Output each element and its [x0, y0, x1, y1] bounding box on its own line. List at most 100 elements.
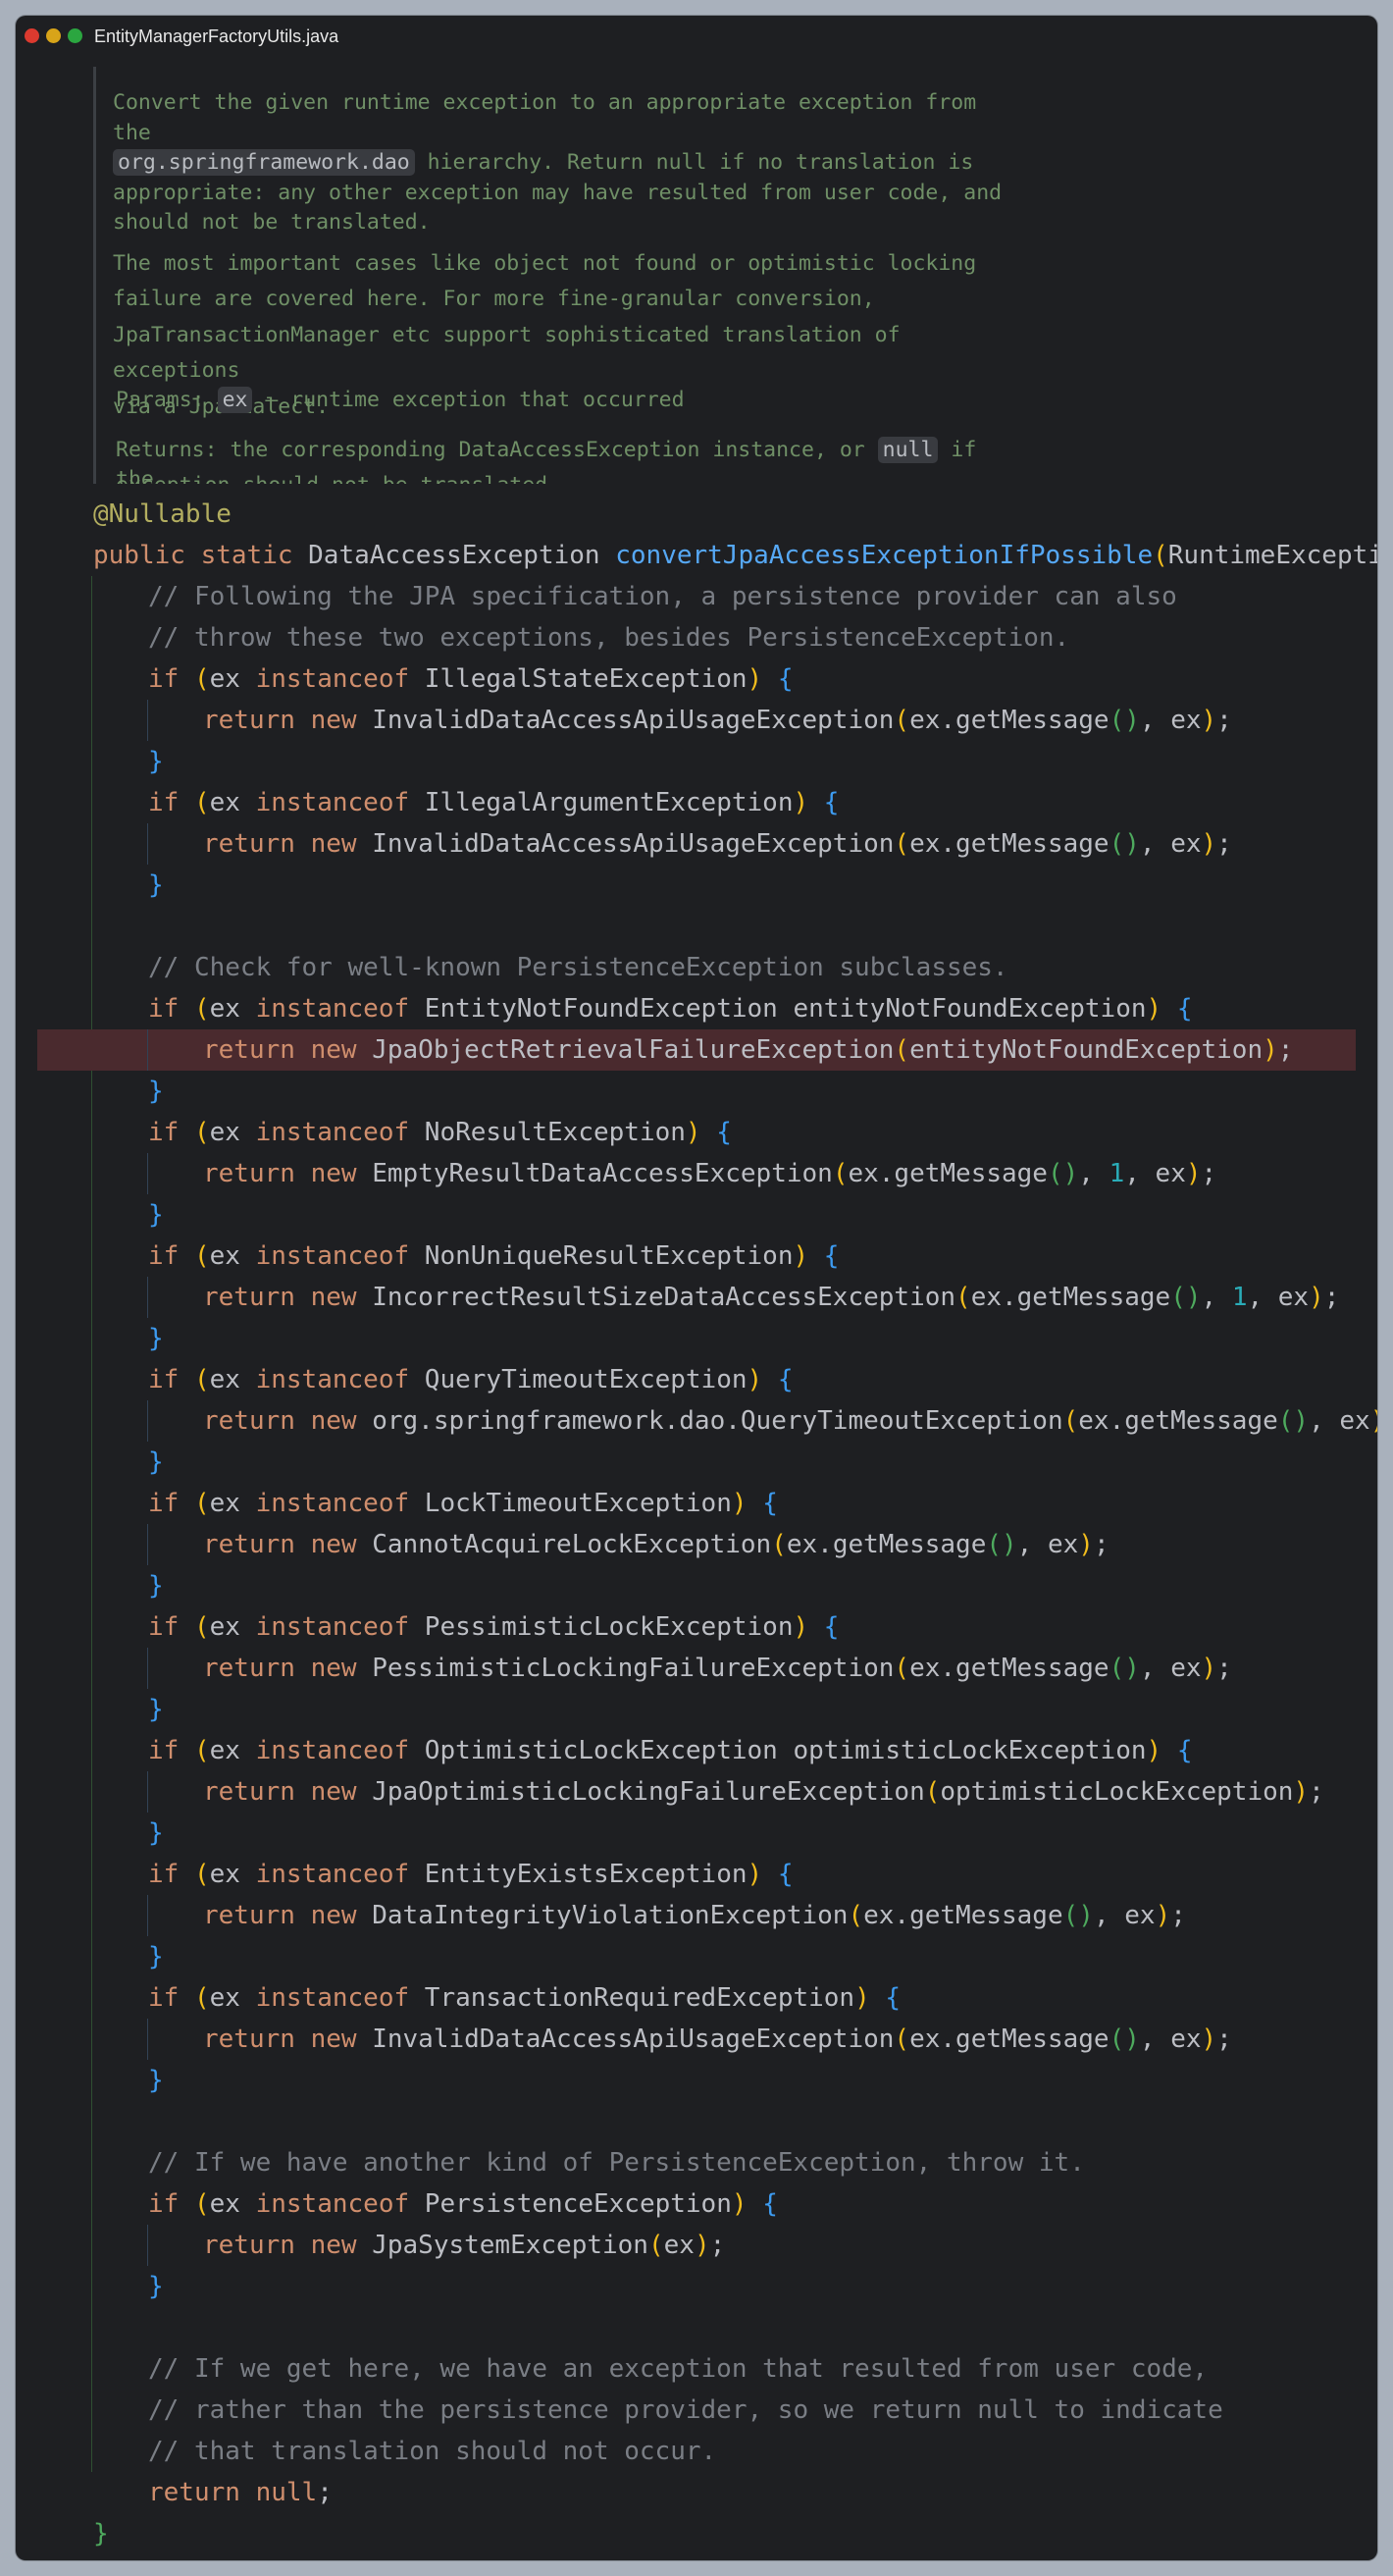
- code-line: return new JpaSystemException(ex);: [16, 2225, 1377, 2266]
- minimize-window-button[interactable]: [46, 28, 61, 43]
- param-description: – runtime exception that occurred: [252, 388, 685, 412]
- keyword: instanceof: [255, 2189, 410, 2219]
- doc-text: appropriate: any other exception may hav…: [113, 180, 1003, 205]
- method-call: ex.getMessage: [970, 1283, 1171, 1312]
- code-line: if (ex instanceof NonUniqueResultExcepti…: [148, 1241, 840, 1271]
- exception-type: JpaSystemException: [372, 2231, 648, 2260]
- number-literal: 1: [1109, 1159, 1125, 1188]
- code-line: return null;: [148, 2478, 333, 2507]
- variable: entityNotFoundException: [793, 994, 1147, 1024]
- variable: entityNotFoundException: [909, 1035, 1264, 1065]
- keyword: new: [310, 1406, 357, 1436]
- method-call: ex.getMessage: [909, 829, 1109, 859]
- keyword: return: [203, 706, 295, 735]
- keyword: return: [203, 2231, 295, 2260]
- doc-text: The most important cases like object not…: [113, 250, 977, 276]
- code-line: }: [93, 2519, 109, 2549]
- keyword: instanceof: [255, 1983, 410, 2013]
- method-call: ex.getMessage: [786, 1530, 987, 1559]
- code-editor[interactable]: @Nullable public static DataAccessExcept…: [16, 494, 1377, 2554]
- keyword: instanceof: [255, 1241, 410, 1271]
- code-line: if (ex instanceof PessimisticLockExcepti…: [148, 1612, 840, 1642]
- doc-text: should not be translated.: [113, 210, 431, 235]
- method-call: ex.getMessage: [863, 1901, 1063, 1930]
- method-call: ex.getMessage: [909, 2024, 1109, 2054]
- keyword: new: [310, 2231, 357, 2260]
- keyword: new: [310, 1654, 357, 1683]
- doc-text: failure are covered here. For more fine-…: [113, 287, 875, 311]
- code-line: }: [148, 2272, 164, 2301]
- exception-type: EntityExistsException: [424, 1860, 748, 1889]
- title-bar: EntityManagerFactoryUtils.java: [16, 16, 1377, 57]
- code-line: return new org.springframework.dao.Query…: [16, 1400, 1377, 1442]
- keyword: new: [310, 1283, 357, 1312]
- code-line: return new CannotAcquireLockException(ex…: [16, 1524, 1377, 1565]
- keyword: if: [148, 1489, 180, 1518]
- exception-type: PessimisticLockException: [424, 1612, 794, 1642]
- keyword: return: [203, 1035, 295, 1065]
- keyword: return: [203, 829, 295, 859]
- exception-type: QueryTimeoutException: [424, 1365, 748, 1394]
- keyword: if: [148, 788, 180, 817]
- keyword: instanceof: [255, 788, 410, 817]
- doc-code-tag: org.springframework.dao: [113, 149, 415, 176]
- code-line: if (ex instanceof EntityNotFoundExceptio…: [148, 994, 1193, 1024]
- code-line: }: [148, 2066, 164, 2095]
- code-line: return new EmptyResultDataAccessExceptio…: [16, 1153, 1377, 1194]
- keyword: if: [148, 1365, 180, 1394]
- exception-type: JpaOptimisticLockingFailureException: [372, 1777, 925, 1807]
- code-line: }: [148, 1942, 164, 1971]
- doc-returns-continued: exception should not be translated: [116, 471, 547, 484]
- keyword: return: [203, 1406, 295, 1436]
- keyword: new: [310, 1159, 357, 1188]
- code-line: return new JpaOptimisticLockingFailureEx…: [16, 1771, 1377, 1813]
- code-line: return new PessimisticLockingFailureExce…: [16, 1648, 1377, 1689]
- keyword: return: [203, 1654, 295, 1683]
- method-call: ex.getMessage: [1078, 1406, 1278, 1436]
- exception-type: InvalidDataAccessApiUsageException: [372, 706, 895, 735]
- code-line: @Nullable: [16, 494, 1377, 535]
- keyword: instanceof: [255, 1489, 410, 1518]
- close-window-button[interactable]: [25, 28, 39, 43]
- code-line: return new IncorrectResultSizeDataAccess…: [16, 1277, 1377, 1318]
- code-line: if (ex instanceof OptimisticLockExceptio…: [148, 1736, 1193, 1765]
- exception-type: IllegalStateException: [424, 664, 748, 694]
- code-line: // If we have another kind of Persistenc…: [16, 2142, 1377, 2183]
- keyword: instanceof: [255, 664, 410, 694]
- exception-type: DataIntegrityViolationException: [372, 1901, 849, 1930]
- keyword: new: [310, 2024, 357, 2054]
- keyword: if: [148, 2189, 180, 2219]
- doc-text: Convert the given runtime exception to a…: [113, 90, 977, 145]
- code-line: if (ex instanceof IllegalArgumentExcepti…: [148, 788, 840, 817]
- keyword: if: [148, 1241, 180, 1271]
- param-name-tag: ex: [217, 387, 253, 413]
- keyword: instanceof: [255, 994, 410, 1024]
- code-line: public static DataAccessException conver…: [16, 535, 1377, 576]
- code-line: // Check for well-known PersistenceExcep…: [16, 947, 1377, 988]
- code-line: // rather than the persistence provider,…: [16, 2390, 1377, 2431]
- code-line: if (ex instanceof TransactionRequiredExc…: [148, 1983, 902, 2013]
- code-comment: // Check for well-known PersistenceExcep…: [148, 953, 1008, 982]
- method-call: ex.getMessage: [909, 706, 1109, 735]
- javadoc-panel: Convert the given runtime exception to a…: [93, 67, 1015, 484]
- exception-type: InvalidDataAccessApiUsageException: [372, 2024, 895, 2054]
- code-line: }: [148, 1571, 164, 1601]
- code-line: return new InvalidDataAccessApiUsageExce…: [16, 823, 1377, 865]
- keyword: return: [203, 1777, 295, 1807]
- code-line: return new DataIntegrityViolationExcepti…: [16, 1895, 1377, 1936]
- keyword: if: [148, 1983, 180, 2013]
- keyword: instanceof: [255, 1736, 410, 1765]
- code-line: }: [148, 1324, 164, 1353]
- exception-type: NonUniqueResultException: [424, 1241, 794, 1271]
- variable: optimisticLockException: [793, 1736, 1147, 1765]
- keyword: if: [148, 664, 180, 694]
- exception-type: InvalidDataAccessApiUsageException: [372, 829, 895, 859]
- keyword: return: [203, 1530, 295, 1559]
- maximize-window-button[interactable]: [68, 28, 82, 43]
- keyword: instanceof: [255, 1612, 410, 1642]
- keyword: if: [148, 1736, 180, 1765]
- method-call: ex.getMessage: [909, 1654, 1109, 1683]
- method-name: convertJpaAccessExceptionIfPossible: [615, 541, 1154, 570]
